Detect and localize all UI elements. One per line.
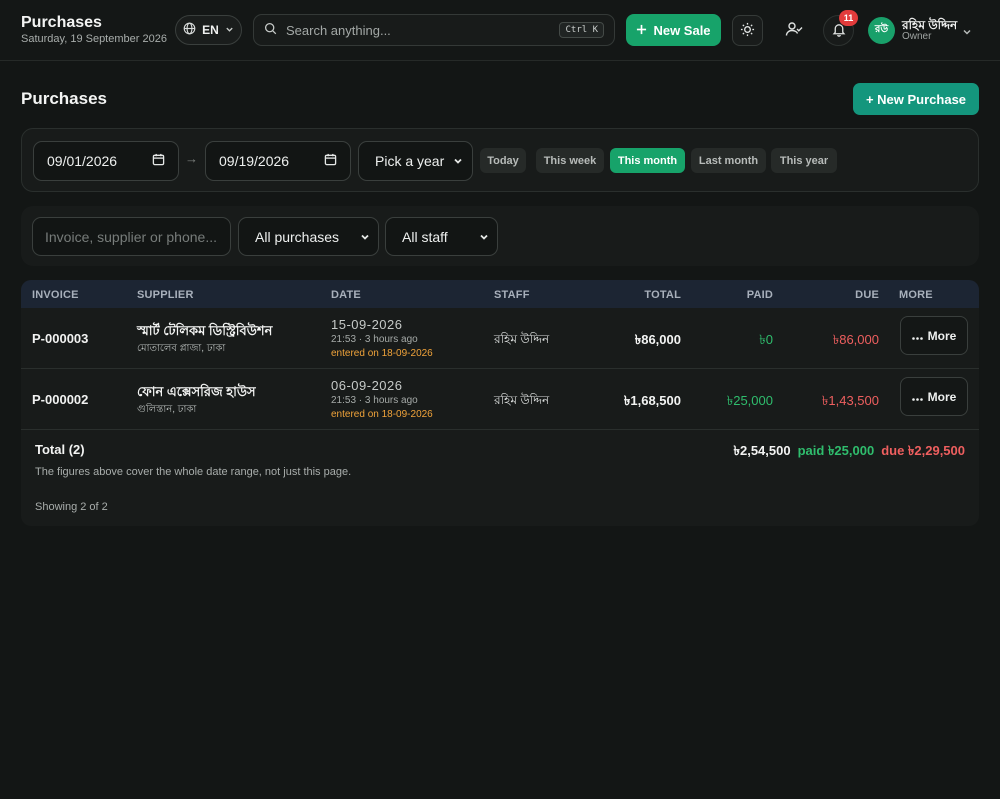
invoice-search-input[interactable] bbox=[45, 228, 218, 245]
page-title: Purchases bbox=[21, 89, 107, 108]
theme-toggle-button[interactable] bbox=[732, 15, 763, 46]
year-select-value: Pick a year bbox=[375, 153, 445, 169]
invoice-number[interactable]: P-000003 bbox=[32, 331, 88, 346]
current-date: Saturday, 19 September 2026 bbox=[21, 33, 167, 45]
chip-today[interactable]: Today bbox=[480, 148, 526, 173]
column-header-invoice: INVOICE bbox=[32, 289, 79, 301]
column-header-more: MORE bbox=[899, 289, 933, 301]
plus-icon bbox=[636, 23, 647, 38]
staff-name: রহিম উদ্দিন bbox=[494, 332, 550, 346]
column-header-supplier: SUPPLIER bbox=[137, 289, 194, 301]
search-shortcut: Ctrl K bbox=[559, 22, 604, 38]
date-from-value: 09/01/2026 bbox=[47, 153, 118, 169]
globe-icon bbox=[183, 22, 196, 38]
purchase-type-value: All purchases bbox=[255, 228, 340, 245]
entered-date: entered on 18-09-2026 bbox=[331, 409, 433, 420]
more-label: More bbox=[927, 328, 957, 343]
staff-select[interactable]: All staff bbox=[385, 217, 498, 256]
date-to-input[interactable]: 09/19/2026 bbox=[205, 141, 351, 181]
row-paid: ৳25,000 bbox=[726, 393, 773, 408]
grand-total: ৳2,54,500 bbox=[733, 443, 791, 458]
supplier-name[interactable]: ফোন এক্সেসরিজ হাউস bbox=[137, 383, 256, 404]
totals-note: The figures above cover the whole date r… bbox=[35, 466, 352, 478]
grand-paid: paid ৳25,000 bbox=[797, 443, 875, 458]
chevron-down-icon bbox=[479, 229, 489, 245]
app-title: Purchases bbox=[21, 14, 102, 31]
top-bar: Purchases Saturday, 19 September 2026 EN… bbox=[0, 0, 1000, 61]
row-due: ৳1,43,500 bbox=[821, 393, 879, 408]
column-header-staff: STAFF bbox=[494, 289, 530, 301]
row-total: ৳1,68,500 bbox=[623, 393, 681, 408]
more-button[interactable]: More bbox=[900, 377, 968, 416]
purchase-time-ago: 21:53 · 3 hours ago bbox=[331, 334, 418, 345]
invoice-search-field[interactable] bbox=[32, 217, 231, 256]
more-button[interactable]: More bbox=[900, 316, 968, 355]
search-icon bbox=[264, 22, 277, 38]
chip-last-month[interactable]: Last month bbox=[691, 148, 766, 173]
chevron-down-icon bbox=[225, 23, 234, 37]
totals-summary: ৳2,54,500 paid ৳25,000 due ৳2,29,500 bbox=[734, 442, 965, 463]
row-paid: ৳0 bbox=[759, 332, 773, 347]
staff-name: রহিম উদ্দিন bbox=[494, 393, 550, 407]
new-sale-button[interactable]: New Sale bbox=[626, 14, 721, 46]
purchase-time-ago: 21:53 · 3 hours ago bbox=[331, 395, 418, 406]
table-row[interactable]: P-000002 ফোন এক্সেসরিজ হাউস গুলিস্তান, ঢ… bbox=[21, 369, 979, 430]
column-header-total: TOTAL bbox=[644, 289, 681, 301]
grand-due: due ৳2,29,500 bbox=[881, 443, 965, 458]
entered-date: entered on 18-09-2026 bbox=[331, 348, 433, 359]
new-purchase-button[interactable]: + New Purchase bbox=[853, 83, 979, 115]
invoice-number[interactable]: P-000002 bbox=[32, 392, 88, 407]
notification-badge: 11 bbox=[839, 10, 858, 26]
calendar-icon[interactable] bbox=[152, 153, 165, 169]
column-header-paid: PAID bbox=[746, 289, 773, 301]
date-from-input[interactable]: 09/01/2026 bbox=[33, 141, 179, 181]
row-total: ৳86,000 bbox=[634, 332, 681, 347]
user-role: Owner bbox=[902, 31, 932, 42]
new-sale-label: New Sale bbox=[653, 22, 711, 38]
customers-button[interactable] bbox=[778, 15, 809, 46]
language-switcher[interactable]: EN bbox=[175, 15, 242, 45]
year-select[interactable]: Pick a year bbox=[358, 141, 473, 181]
chevron-down-icon bbox=[453, 153, 463, 169]
more-label: More bbox=[927, 389, 957, 404]
purchase-date: 06-09-2026 bbox=[331, 378, 403, 393]
avatar[interactable]: রউ bbox=[868, 17, 895, 44]
date-filter-panel: 09/01/2026 → 09/19/2026 Pick a year Toda… bbox=[21, 128, 979, 192]
list-filter-panel: All purchases All staff bbox=[21, 206, 979, 266]
row-due: ৳86,000 bbox=[832, 332, 879, 347]
date-to-value: 09/19/2026 bbox=[219, 153, 290, 169]
supplier-address: গুলিস্তান, ঢাকা bbox=[137, 404, 197, 415]
chip-this-year[interactable]: This year bbox=[771, 148, 837, 173]
ellipsis-icon bbox=[911, 329, 923, 343]
chevron-down-icon bbox=[360, 229, 370, 245]
pagination-info: Showing 2 of 2 bbox=[35, 501, 108, 513]
purchase-date: 15-09-2026 bbox=[331, 317, 403, 332]
table-row[interactable]: P-000003 স্মার্ট টেলিকম ডিস্ট্রিবিউশন মো… bbox=[21, 308, 979, 369]
ellipsis-icon bbox=[911, 390, 923, 404]
chip-this-month[interactable]: This month bbox=[610, 148, 685, 173]
table-header: INVOICE SUPPLIER DATE STAFF TOTAL PAID D… bbox=[21, 280, 979, 308]
supplier-name[interactable]: স্মার্ট টেলিকম ডিস্ট্রিবিউশন bbox=[137, 322, 272, 343]
user-check-icon bbox=[785, 21, 803, 40]
calendar-icon[interactable] bbox=[324, 153, 337, 169]
purchases-table: INVOICE SUPPLIER DATE STAFF TOTAL PAID D… bbox=[21, 280, 979, 526]
column-header-due: DUE bbox=[855, 289, 879, 301]
global-search[interactable]: Ctrl K bbox=[253, 14, 615, 46]
chevron-down-icon[interactable] bbox=[962, 25, 972, 40]
search-input[interactable] bbox=[286, 22, 551, 38]
totals-label: Total (2) bbox=[35, 442, 85, 457]
column-header-date: DATE bbox=[331, 289, 361, 301]
supplier-address: মোতালেব প্লাজা, ঢাকা bbox=[137, 343, 226, 354]
sun-icon bbox=[740, 22, 755, 40]
staff-select-value: All staff bbox=[402, 228, 448, 245]
language-label: EN bbox=[202, 23, 219, 37]
chip-this-week[interactable]: This week bbox=[536, 148, 604, 173]
date-range-arrow: → bbox=[185, 151, 198, 166]
purchase-type-select[interactable]: All purchases bbox=[238, 217, 379, 256]
